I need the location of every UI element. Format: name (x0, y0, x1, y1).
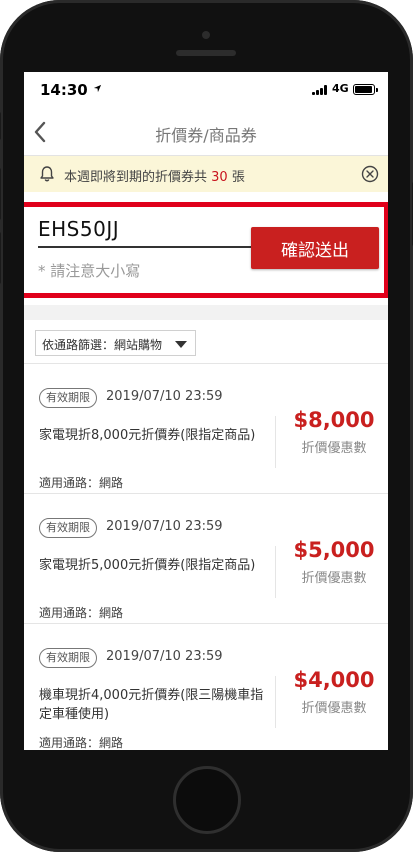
coupon-name: 機車現折4,000元折價券(限三陽機車指定車種使用) (39, 688, 264, 722)
status-bar: 14:30 4G (24, 72, 388, 108)
coupon-amount-label: 折價優惠數 (301, 441, 367, 456)
coupon-code-input[interactable] (38, 216, 254, 248)
expiry-date: 2019/07/10 23:59 (106, 519, 223, 534)
expiry-date: 2019/07/10 23:59 (106, 389, 223, 404)
caret-down-icon (175, 341, 187, 348)
volume-down-button (0, 232, 1, 284)
coupon-amount-label: 折價優惠數 (301, 571, 367, 586)
page-title: 折價券/商品券 (155, 126, 257, 145)
coupon-name: 家電現折5,000元折價券(限指定商品) (39, 558, 256, 573)
coupon-divider (275, 546, 276, 598)
validity-tag: 有效期限 (39, 518, 97, 538)
coupon-channel: 適用通路：網路 (39, 736, 124, 750)
notice-suffix: 張 (231, 170, 245, 185)
coupon-channel: 適用通路：網路 (39, 606, 124, 620)
app-screen: 14:30 4G 折價券/商品券 本週即將到期的折價券共 30 張 EHS50J… (24, 72, 388, 750)
earpiece-speaker (176, 50, 236, 56)
notice-count: 30 (211, 170, 228, 185)
volume-up-button (0, 168, 1, 220)
coupon-amount: $5,000 (293, 538, 375, 562)
expiry-date: 2019/07/10 23:59 (106, 649, 223, 664)
validity-tag: 有效期限 (39, 388, 97, 408)
network-label: 4G (332, 82, 349, 95)
status-time: 14:30 (40, 81, 88, 99)
coupon-amount: $4,000 (293, 668, 375, 692)
bell-icon (40, 166, 54, 182)
channel-filter-select[interactable]: 依通路篩選：網站購物 (35, 330, 196, 356)
filter-label: 依通路篩選：網站購物 (42, 338, 163, 352)
coupon-divider (275, 676, 276, 728)
location-arrow-icon (93, 84, 102, 93)
coupon-card[interactable]: 有效期限 2019/07/10 23:59 家電現折5,000元折價券(限指定商… (24, 494, 388, 624)
case-sensitive-hint: * 請注意大小寫 (38, 262, 141, 280)
mute-switch (0, 112, 1, 140)
phone-frame: 14:30 4G 折價券/商品券 本週即將到期的折價券共 30 張 EHS50J… (0, 0, 413, 852)
coupon-card[interactable]: 有效期限 2019/07/10 23:59 機車現折4,000元折價券(限三陽機… (24, 624, 388, 750)
coupon-list: 有效期限 2019/07/10 23:59 家電現折8,000元折價券(限指定商… (24, 364, 388, 750)
nav-bar: 折價券/商品券 (24, 108, 388, 156)
coupon-card[interactable]: 有效期限 2019/07/10 23:59 家電現折8,000元折價券(限指定商… (24, 364, 388, 494)
coupon-code-section: * 請注意大小寫 確認送出 (24, 192, 388, 305)
coupon-divider (275, 416, 276, 468)
front-camera (202, 31, 210, 39)
signal-icon (312, 85, 328, 95)
home-button[interactable] (173, 766, 241, 834)
expiry-notice: 本週即將到期的折價券共 30 張 (24, 156, 388, 192)
coupon-amount-label: 折價優惠數 (301, 701, 367, 716)
filter-bar: 依通路篩選：網站購物 (24, 320, 388, 364)
notice-text: 本週即將到期的折價券共 30 張 (64, 166, 245, 185)
close-icon[interactable] (361, 165, 379, 183)
battery-icon (353, 84, 378, 95)
coupon-amount: $8,000 (293, 408, 375, 432)
submit-button[interactable]: 確認送出 (251, 227, 379, 269)
notice-prefix: 本週即將到期的折價券共 (64, 170, 208, 185)
coupon-channel: 適用通路：網路 (39, 476, 124, 490)
validity-tag: 有效期限 (39, 648, 97, 668)
coupon-name: 家電現折8,000元折價券(限指定商品) (39, 428, 256, 443)
